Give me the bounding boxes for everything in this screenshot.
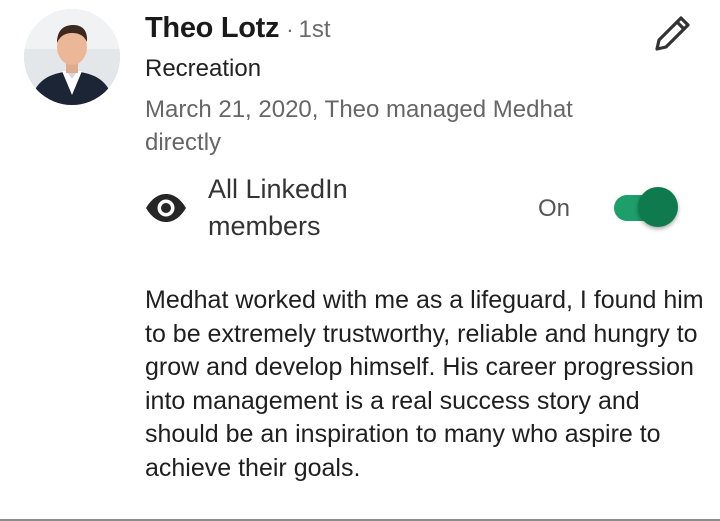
name-row: Theo Lotz · 1st: [145, 12, 331, 52]
toggle-knob[interactable]: [638, 187, 678, 227]
pencil-icon: [655, 16, 690, 51]
connection-degree: 1st: [298, 16, 331, 43]
degree-separator: ·: [286, 17, 294, 42]
visibility-label: All LinkedIn members: [208, 174, 348, 241]
recommendation-card: Theo Lotz · 1st Recreation March 21, 202…: [0, 0, 720, 521]
recommender-name[interactable]: Theo Lotz: [145, 12, 280, 45]
recommender-headline: Recreation: [145, 55, 262, 82]
toggle-state-label: On: [538, 195, 571, 222]
relationship-text: March 21, 2020, Theo managed Medhat dire…: [145, 96, 573, 156]
edit-button[interactable]: [648, 10, 696, 58]
eye-icon: [143, 188, 189, 228]
recommendation-text: Medhat worked with me as a lifeguard, I …: [145, 286, 704, 482]
visibility-toggle[interactable]: [612, 187, 678, 229]
avatar[interactable]: [24, 9, 120, 105]
